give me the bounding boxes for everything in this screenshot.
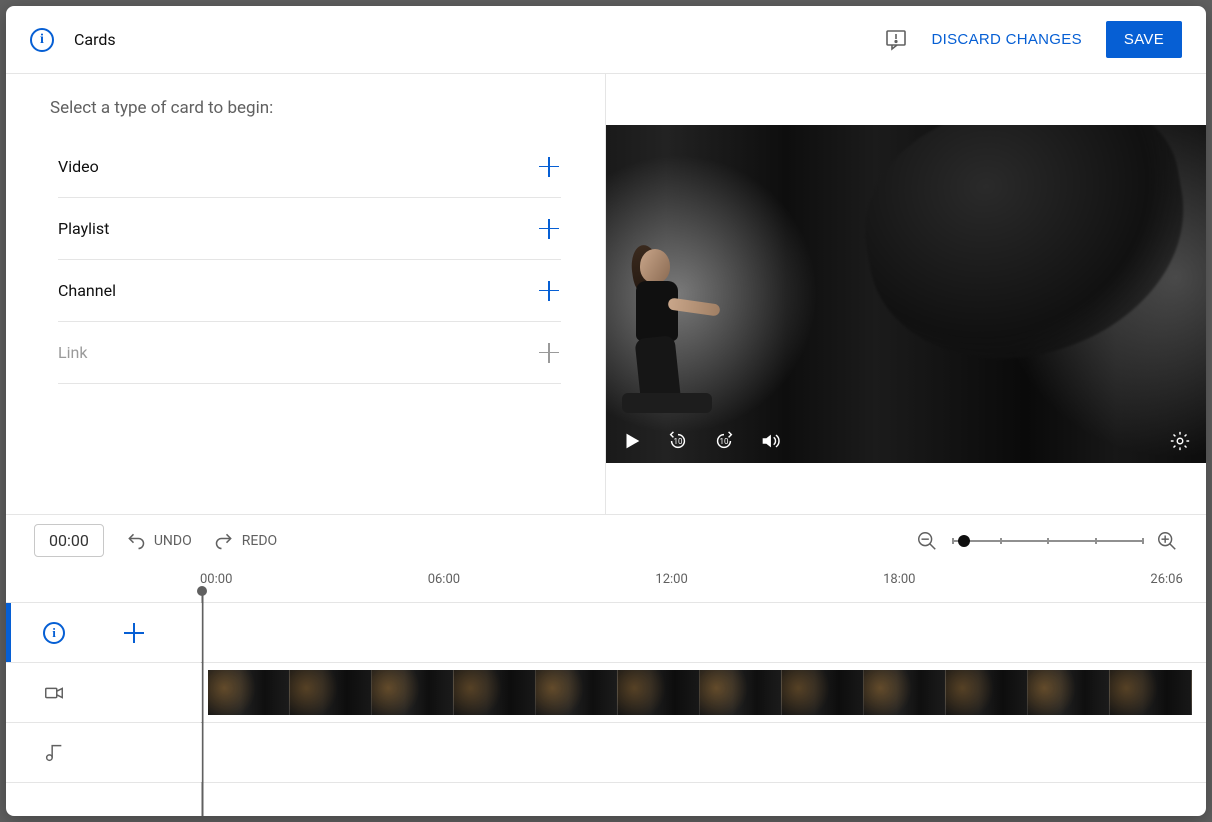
- volume-icon[interactable]: [758, 429, 782, 453]
- plus-icon: [537, 155, 561, 179]
- header-title: Cards: [74, 30, 116, 49]
- video-track-row: [6, 663, 1206, 723]
- card-type-playlist[interactable]: Playlist: [58, 198, 561, 260]
- gear-icon[interactable]: [1168, 429, 1192, 453]
- filmstrip-frame: [290, 670, 372, 715]
- card-type-video[interactable]: Video: [58, 136, 561, 198]
- filmstrip-frame: [536, 670, 618, 715]
- redo-button[interactable]: REDO: [214, 531, 277, 551]
- plus-icon: [537, 217, 561, 241]
- filmstrip-frame: [1028, 670, 1110, 715]
- discard-changes-button[interactable]: DISCARD CHANGES: [932, 31, 1082, 48]
- video-track-side: [6, 663, 202, 722]
- timeline-toolbar: 00:00 UNDO REDO: [6, 514, 1206, 566]
- video-preview[interactable]: 10 10: [606, 125, 1206, 463]
- undo-label: UNDO: [154, 533, 192, 549]
- rewind-value: 10: [674, 437, 683, 446]
- zoom-slider[interactable]: [952, 540, 1142, 542]
- timeline-ruler[interactable]: 00:00 06:00 12:00 18:00 26:06: [6, 566, 1206, 602]
- info-icon[interactable]: i: [42, 621, 66, 645]
- audio-track-row: [6, 723, 1206, 783]
- filmstrip-frame: [1110, 670, 1192, 715]
- card-type-channel[interactable]: Channel: [58, 260, 561, 322]
- ruler-tick-label: 00:00: [200, 572, 232, 587]
- redo-label: REDO: [242, 533, 277, 549]
- filmstrip-frame: [700, 670, 782, 715]
- instruction-text: Select a type of card to begin:: [50, 98, 561, 118]
- card-type-list: Video Playlist Channel Link: [50, 136, 561, 384]
- rewind-10-icon[interactable]: 10: [666, 429, 690, 453]
- ruler-tick-label: 18:00: [883, 572, 915, 587]
- audio-track-side: [6, 723, 202, 782]
- forward-value: 10: [720, 437, 729, 446]
- filmstrip-frame: [208, 670, 290, 715]
- header-left: i Cards: [30, 28, 884, 52]
- modal-header: i Cards DISCARD CHANGES SAVE: [6, 6, 1206, 74]
- video-controls: 10 10: [606, 419, 1206, 463]
- zoom-slider-tick: [1142, 538, 1144, 544]
- undo-button[interactable]: UNDO: [126, 531, 192, 551]
- play-icon[interactable]: [620, 429, 644, 453]
- plus-icon: [537, 341, 561, 365]
- forward-10-icon[interactable]: 10: [712, 429, 736, 453]
- card-type-label: Channel: [58, 281, 116, 300]
- cards-track-side: i: [6, 603, 202, 662]
- video-preview-panel: 10 10: [606, 74, 1206, 514]
- zoom-slider-tick: [1000, 538, 1002, 544]
- video-track-content[interactable]: [202, 663, 1206, 722]
- cards-editor-modal: i Cards DISCARD CHANGES SAVE Select a ty…: [6, 6, 1206, 816]
- zoom-out-icon[interactable]: [916, 530, 938, 552]
- zoom-slider-tick: [1095, 538, 1097, 544]
- audio-track-content[interactable]: [202, 723, 1206, 782]
- video-frame-image: [606, 125, 1206, 463]
- zoom-in-icon[interactable]: [1156, 530, 1178, 552]
- filmstrip-frame: [946, 670, 1028, 715]
- zoom-slider-tick: [1047, 538, 1049, 544]
- feedback-icon[interactable]: [884, 28, 908, 52]
- camera-icon: [42, 681, 66, 705]
- filmstrip-frame: [782, 670, 864, 715]
- add-card-icon[interactable]: [122, 621, 146, 645]
- plus-icon: [537, 279, 561, 303]
- card-type-label: Link: [58, 343, 87, 362]
- cards-track-row: i: [6, 603, 1206, 663]
- video-filmstrip: [208, 670, 1192, 715]
- ruler-tick-label: 26:06: [1150, 572, 1182, 587]
- ruler-tick-label: 06:00: [428, 572, 460, 587]
- filmstrip-frame: [864, 670, 946, 715]
- info-icon: i: [30, 28, 54, 52]
- zoom-slider-tick: [952, 538, 954, 544]
- zoom-slider-knob[interactable]: [958, 535, 970, 547]
- zoom-control: [916, 530, 1178, 552]
- ruler-tick-label: 12:00: [655, 572, 687, 587]
- modal-body: Select a type of card to begin: Video Pl…: [6, 74, 1206, 514]
- timeline-tracks: i: [6, 602, 1206, 783]
- card-type-panel: Select a type of card to begin: Video Pl…: [6, 74, 606, 514]
- header-right: DISCARD CHANGES SAVE: [884, 21, 1182, 58]
- timecode-input[interactable]: 00:00: [34, 524, 104, 557]
- filmstrip-frame: [454, 670, 536, 715]
- filmstrip-frame: [618, 670, 700, 715]
- cards-track-content[interactable]: [202, 603, 1206, 662]
- card-type-label: Video: [58, 157, 99, 176]
- save-button[interactable]: SAVE: [1106, 21, 1182, 58]
- card-type-label: Playlist: [58, 219, 109, 238]
- card-type-link: Link: [58, 322, 561, 384]
- filmstrip-frame: [372, 670, 454, 715]
- music-icon: [42, 741, 66, 765]
